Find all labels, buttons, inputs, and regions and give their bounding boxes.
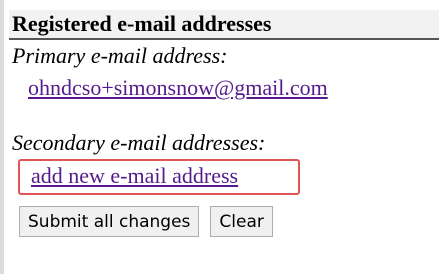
form-buttons: Submit all changes Clear <box>19 206 439 237</box>
primary-email-link[interactable]: ohndcso+simonsnow@gmail.com <box>28 74 328 102</box>
section-heading: Registered e-mail addresses <box>9 10 439 40</box>
secondary-email-label: Secondary e-mail addresses: <box>12 130 266 155</box>
primary-email-label: Primary e-mail address: <box>12 43 228 68</box>
email-settings-panel: Registered e-mail addresses Primary e-ma… <box>9 10 439 237</box>
clear-button[interactable]: Clear <box>210 206 273 237</box>
add-email-highlight-box: add new e-mail address <box>18 159 300 195</box>
left-border-rule <box>0 0 4 274</box>
submit-all-changes-button[interactable]: Submit all changes <box>19 206 200 237</box>
add-email-link[interactable]: add new e-mail address <box>31 163 238 188</box>
